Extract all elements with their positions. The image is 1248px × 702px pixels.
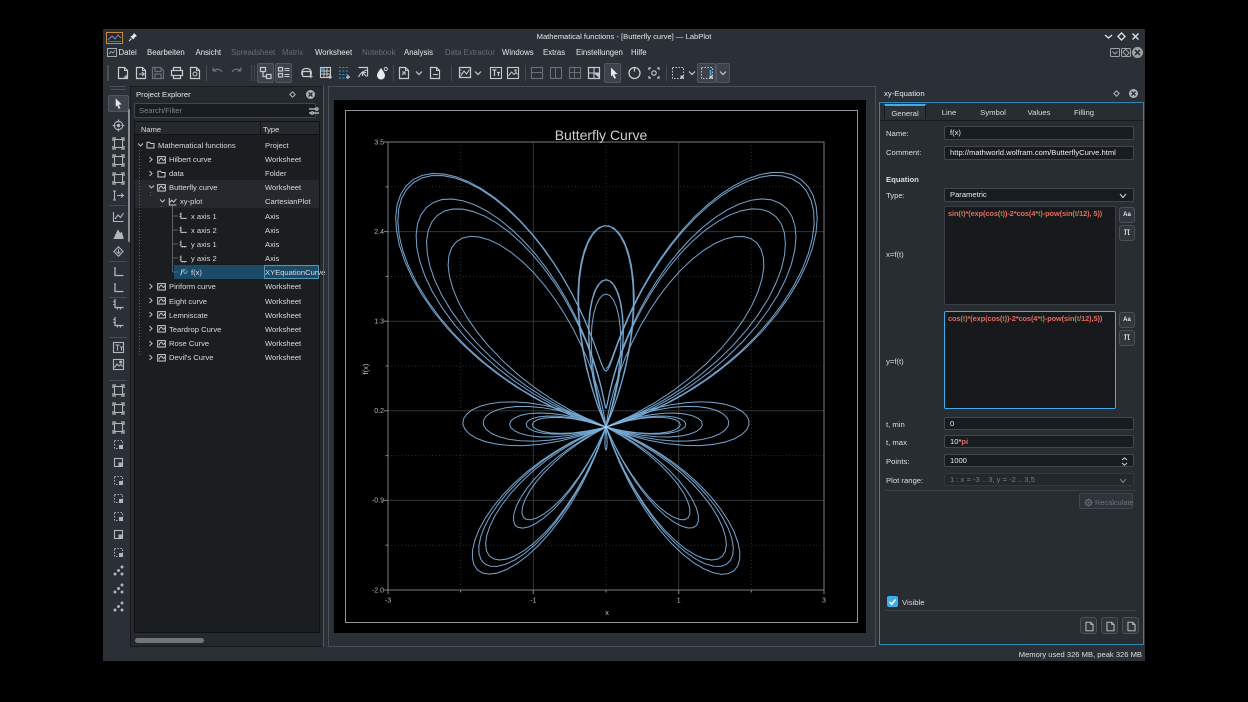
svg-text:2.4: 2.4 (374, 229, 384, 236)
svg-text:-1: -1 (530, 598, 536, 605)
svg-text:1: 1 (677, 598, 681, 605)
svg-text:0.2: 0.2 (374, 408, 384, 415)
svg-text:-3: -3 (385, 598, 391, 605)
svg-text:1.3: 1.3 (374, 319, 384, 326)
svg-text:3.5: 3.5 (374, 139, 384, 146)
svg-text:3: 3 (822, 598, 826, 605)
svg-text:Butterfly Curve: Butterfly Curve (555, 127, 648, 143)
svg-text:-0.9: -0.9 (372, 498, 384, 505)
svg-text:x: x (605, 608, 609, 617)
svg-text:-2.0: -2.0 (372, 587, 384, 594)
svg-text:f(x): f(x) (361, 363, 370, 374)
